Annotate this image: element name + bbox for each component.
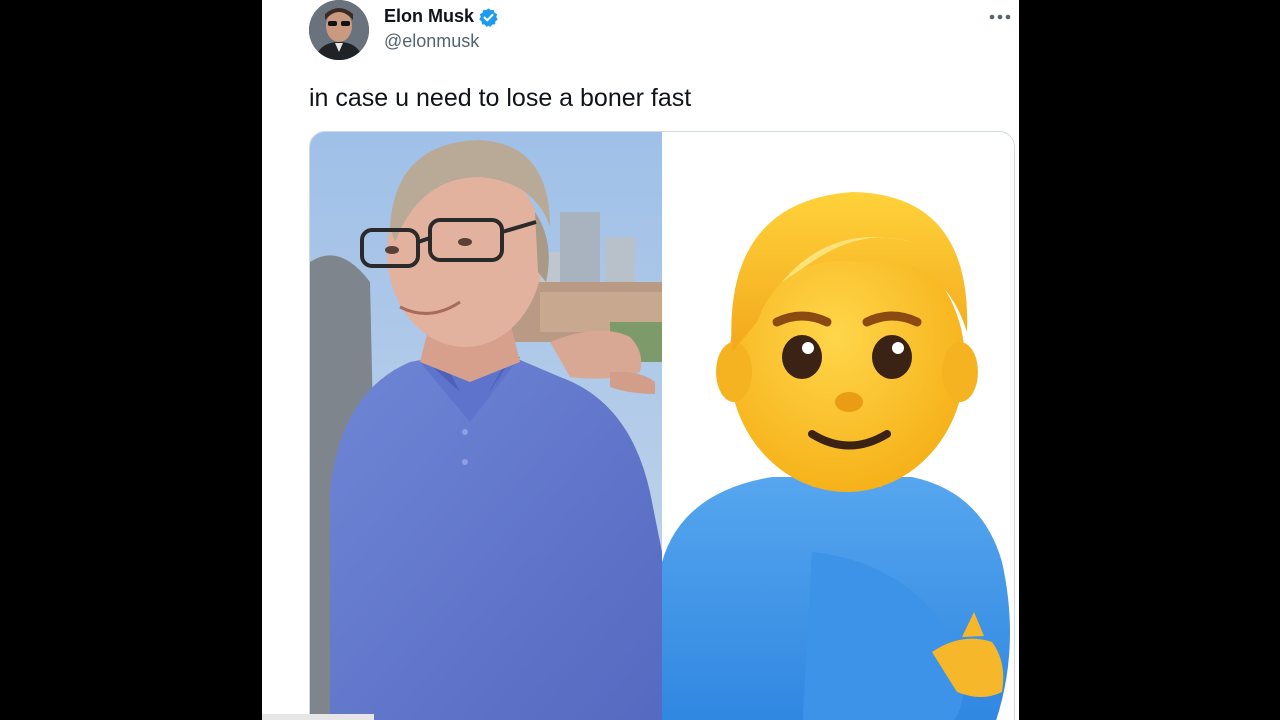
tweet-card: Elon Musk @elonmusk in case u need to lo… [262, 0, 1019, 720]
author-display-name[interactable]: Elon Musk [384, 6, 474, 27]
author-handle[interactable]: @elonmusk [384, 31, 479, 52]
author-avatar[interactable] [309, 0, 369, 60]
media-pregnant-man-emoji[interactable] [662, 132, 1014, 720]
tweet-media[interactable] [309, 131, 1015, 720]
scrollbar[interactable] [262, 714, 374, 720]
verified-badge-icon [478, 7, 499, 28]
tweet-text: in case u need to lose a boner fast [309, 84, 692, 112]
more-options-icon[interactable] [986, 6, 1014, 28]
media-photo-man[interactable] [310, 132, 662, 720]
